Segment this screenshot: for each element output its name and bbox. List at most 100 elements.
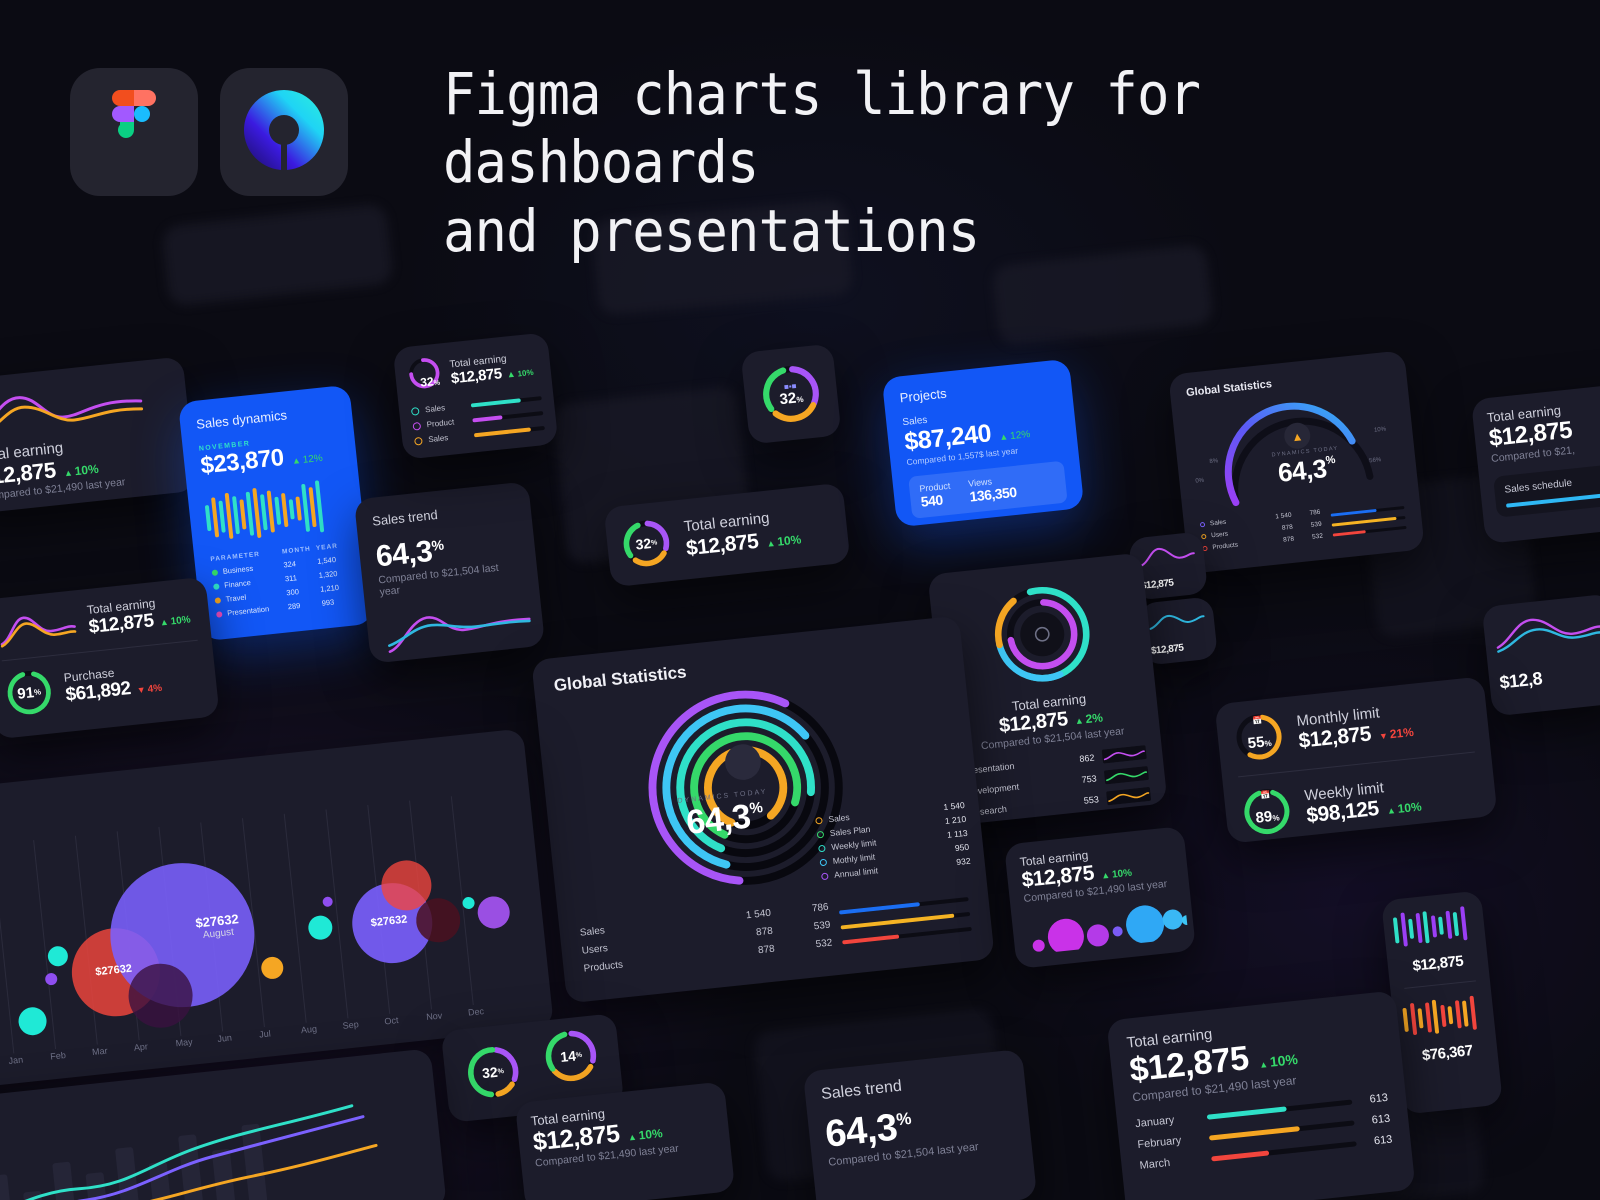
schedule-label: Sales schedule [1503, 477, 1573, 496]
color-dot-icon [211, 568, 219, 576]
delta-down: 21% [1378, 724, 1414, 742]
x-tick: May [175, 1036, 194, 1049]
legend-dot-icon [820, 872, 829, 880]
legend-dot-icon [1201, 533, 1207, 540]
card-total-earning-months[interactable]: Total earning $12,875 10% Compared to $2… [1106, 990, 1416, 1200]
scale-min: 0% [1195, 477, 1205, 485]
mini-bar-chart [203, 476, 348, 546]
month-rows: January 613 February 613 March 613 [1135, 1092, 1393, 1172]
donut-logo-icon [241, 87, 327, 178]
th-year: YEAR [315, 542, 339, 553]
figma-logo-tile [70, 68, 198, 196]
sparkline-chart [1139, 547, 1195, 567]
stat-views: Views 136,350 [967, 476, 1018, 505]
card-total-earning-legend[interactable]: Total earning $12,875 10% 32% Sales Prod… [392, 332, 559, 460]
ring-percent: 32% [634, 535, 658, 553]
mini-bar-chart-bottom [1402, 993, 1486, 1039]
ring-percent: 32% [419, 374, 441, 390]
donut-ring: 32% [619, 516, 674, 571]
ring-percent: 32% [481, 1063, 505, 1082]
stat-bar [838, 897, 969, 915]
projects-substats: Product 540 Views 136,350 [908, 460, 1068, 519]
donut-logo-tile [220, 68, 348, 196]
card-right-edge-spark[interactable]: $12,8 [1481, 593, 1600, 717]
delta-up: 10% [506, 366, 534, 379]
legend-dot-icon [816, 830, 825, 838]
sparkline-chart [1104, 766, 1149, 785]
card-total-earning-bottom-small[interactable]: Total earning $12,875 10% Compared to $2… [514, 1081, 736, 1200]
delta-up: 10% [1258, 1051, 1299, 1071]
x-tick: Sep [342, 1019, 360, 1031]
sparkline-chart [0, 616, 77, 648]
center-value: 64,3 [684, 797, 753, 842]
color-dot-icon [213, 582, 220, 590]
legend-dot-icon [153, 754, 162, 763]
x-tick: Jan [8, 1054, 24, 1066]
card-sales-trend-mid[interactable]: Sales trend 64,3 % Compared to $21,504 l… [353, 481, 546, 664]
stat-bar [1331, 515, 1406, 527]
background-card-blurred [161, 203, 394, 307]
legend-list: Sales Product Sales [410, 393, 545, 446]
color-dot-icon [215, 610, 223, 618]
x-tick: Nov [425, 1010, 443, 1023]
sparkline-chart [1496, 618, 1600, 653]
legend-dot-icon [324, 736, 332, 745]
x-tick: Feb [49, 1049, 67, 1062]
monthly-ring: 📅 55% [1232, 710, 1287, 765]
delta-up: 10% [1101, 868, 1132, 882]
card-title: Sales trend [371, 506, 439, 529]
x-tick: Apr [133, 1041, 149, 1053]
card-global-statistics-gauge[interactable]: Global Statistics ▲ 0% 8% 10% 56% DYNAMI… [1168, 350, 1425, 574]
card-title: Projects [899, 385, 948, 406]
card-sales-trend-bottom[interactable]: Sales trend 64,3 % Compared to $21,504 l… [802, 1048, 1038, 1200]
th-month: MONTH [281, 545, 312, 556]
card-global-statistics-main[interactable]: Global Statistics DYNAMICS TODAY 64,3 % … [531, 615, 995, 1004]
legend-dot-icon [413, 436, 423, 446]
scale-mid: 8% [1209, 458, 1219, 466]
weekly-ring: 📅 89% [1239, 784, 1294, 839]
legend-item: Marketing [324, 729, 381, 746]
card-total-earning-bubbles[interactable]: Total earning $12,875 10% Compared to $2… [1003, 825, 1197, 970]
sparkline-chart [1149, 614, 1205, 630]
center-unit: % [748, 799, 764, 818]
stat-bar [840, 911, 971, 930]
x-tick: Jul [258, 1028, 272, 1040]
poster-canvas: Figma charts library for dashboards and … [0, 0, 1600, 1200]
gauge-chart: ▲ 0% 8% 10% 56% DYNAMICS TODAY 64,3 % [1187, 382, 1403, 515]
legend-dot-icon [815, 816, 823, 825]
card-title: Sales dynamics [195, 407, 288, 432]
center-unit: % [1325, 454, 1336, 467]
title-line-2: and presentations [443, 196, 980, 265]
gauge-bar-list [1329, 495, 1407, 537]
legend-item: Marketing [153, 747, 210, 764]
amount-value-top: $12,875 [1411, 952, 1465, 975]
x-tick: Mar [91, 1045, 109, 1058]
legend-dot-icon [410, 406, 420, 416]
trend-unit: % [895, 1108, 912, 1130]
card-total-earning-right-edge[interactable]: Total earning $12,875 Compared to $21, S… [1470, 380, 1600, 545]
amount-value: $12,875 [684, 529, 760, 560]
stat-bar [1330, 505, 1405, 517]
delta-up: 2% [1074, 710, 1104, 727]
legend-dot-icon [409, 728, 418, 736]
amount-value-bottom: $76,367 [1421, 1042, 1474, 1065]
sparkline-chart [1106, 787, 1152, 806]
x-tick: Jun [216, 1032, 233, 1044]
x-tick: Oct [383, 1015, 399, 1027]
legend-dot-icon [1199, 521, 1206, 528]
logo-group [70, 68, 348, 196]
bubble-row-chart [1032, 905, 1192, 955]
delta-down: 4% [136, 683, 163, 697]
legend-item: Marketing [409, 728, 466, 737]
figma-logo-icon [106, 89, 162, 175]
card-limits[interactable]: 📅 55% Monthly limit $12,875 21% 📅 [1214, 676, 1498, 844]
scale-max: 10% [1373, 426, 1387, 434]
ring-percent: 91% [16, 683, 42, 703]
sparkline-chart [0, 396, 144, 438]
card-projects[interactable]: Projects Sales $87,240 12% Compared to 1… [881, 358, 1085, 528]
multi-ring-chart [945, 570, 1138, 699]
card-donut-single[interactable]: ■▪■ 32% [740, 343, 842, 445]
scale-right: 56% [1369, 457, 1382, 465]
card-total-earning-left[interactable]: Total earning $12,875 10% 91% Purchase [0, 576, 220, 740]
card-total-earning-topleft[interactable]: Total earning $12,875 10% Compared to $2… [0, 356, 197, 515]
